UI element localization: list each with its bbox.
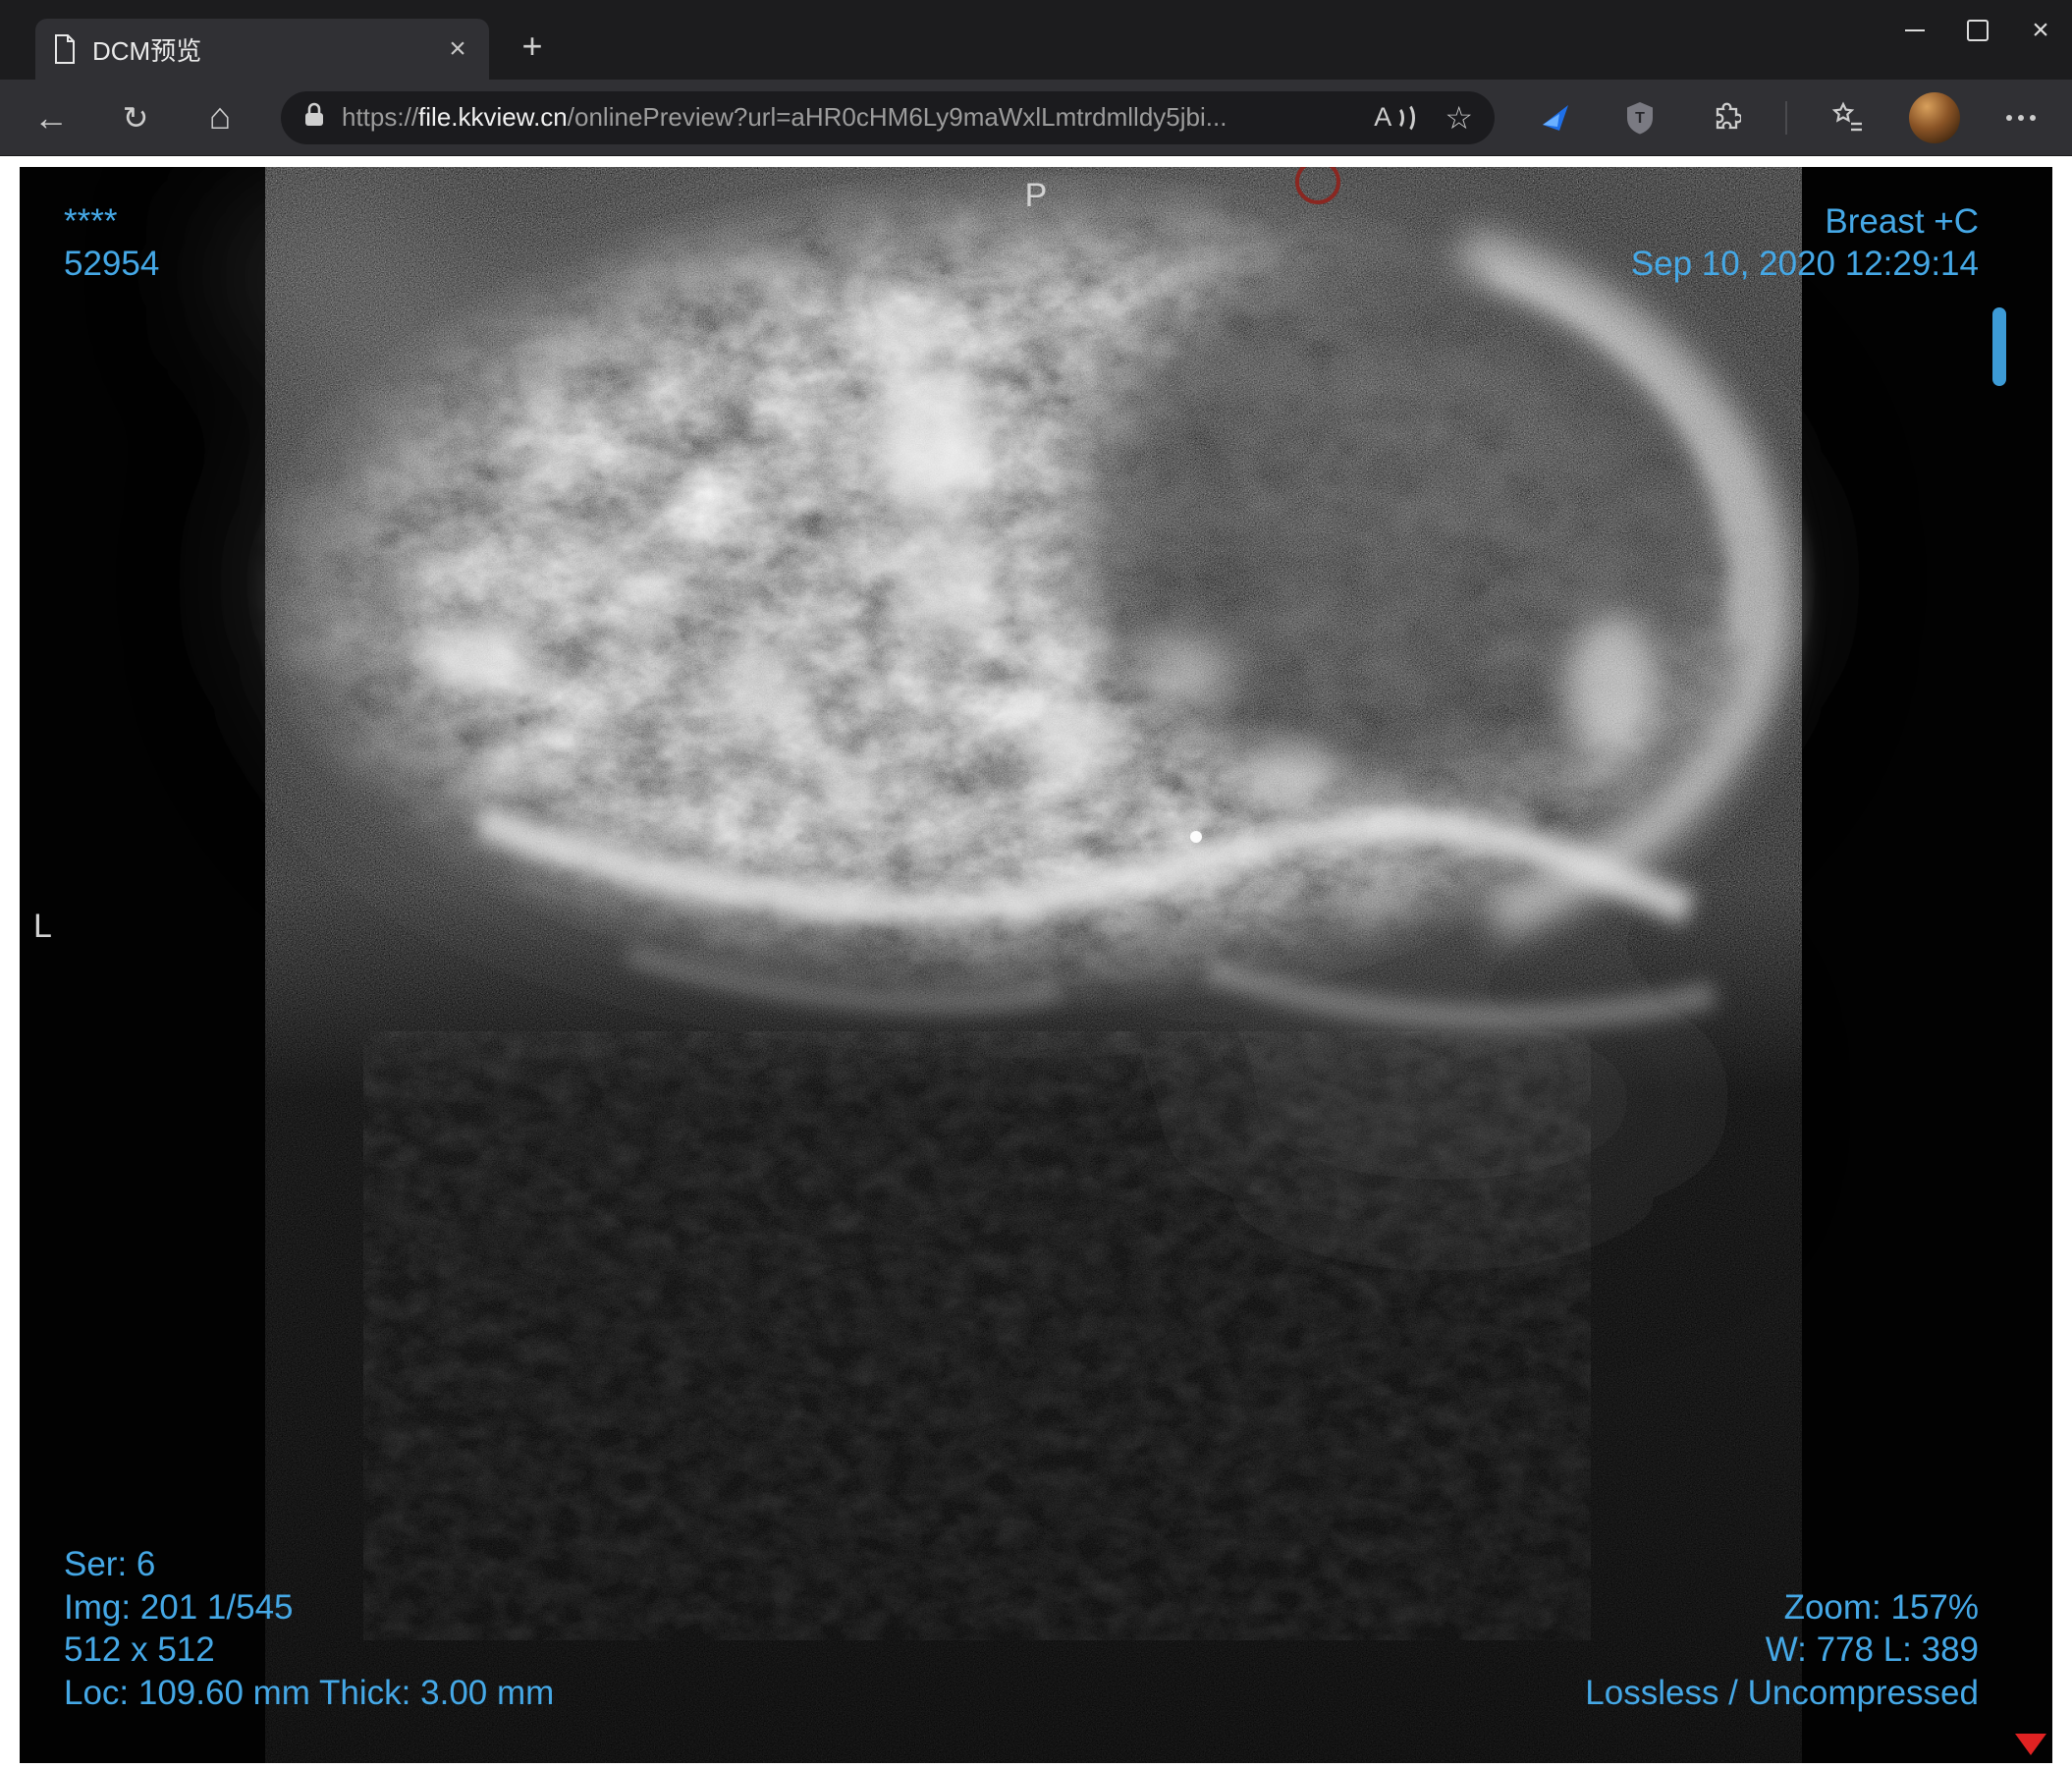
ellipsis-icon (2006, 114, 2036, 121)
overlay-top-right: Breast +C Sep 10, 2020 12:29:14 (1631, 200, 1979, 286)
address-bar-actions: A ☆ (1374, 99, 1473, 137)
study-datetime: Sep 10, 2020 12:29:14 (1630, 245, 1979, 284)
browser-tab[interactable]: DCM预览 × (35, 19, 489, 80)
zoom-level: Zoom: 157% (1783, 1587, 1979, 1627)
more-menu-button[interactable] (1997, 94, 2045, 141)
overlay-bottom-right: Zoom: 157% W: 778 L: 389 Lossless / Unco… (1585, 1586, 1979, 1714)
home-button[interactable]: ⌂ (196, 94, 244, 141)
mri-image (20, 167, 2052, 1763)
orientation-marker-left: L (33, 908, 52, 945)
back-button[interactable]: ← (27, 94, 75, 141)
tab-close-button[interactable]: × (440, 31, 475, 67)
url-text[interactable]: https://file.kkview.cn/onlinePreview?url… (342, 102, 1358, 133)
page-background: **** 52954 P L Breast +C Sep 10, 2020 12… (0, 156, 2072, 1768)
overlay-bottom-left: Ser: 6 Img: 201 1/545 512 x 512 Loc: 109… (64, 1543, 554, 1714)
favorites-hub-icon[interactable] (1825, 94, 1872, 141)
patient-name-masked: **** (64, 202, 118, 241)
svg-text:T: T (1635, 110, 1645, 127)
study-description: Breast +C (1825, 202, 1979, 241)
compression-info: Lossless / Uncompressed (1585, 1673, 1979, 1712)
maximize-button[interactable] (1946, 0, 2009, 61)
patient-id: 52954 (64, 245, 160, 284)
window-controls: × (1883, 0, 2072, 61)
lock-icon[interactable] (302, 101, 326, 134)
read-aloud-icon[interactable]: A (1374, 101, 1416, 134)
orientation-marker-posterior: P (1024, 177, 1048, 214)
profile-avatar[interactable] (1909, 91, 1960, 143)
new-tab-button[interactable]: + (511, 25, 554, 68)
tab-strip: DCM预览 × + × (0, 0, 2072, 80)
minimize-button[interactable] (1883, 0, 1946, 61)
window-level: W: 778 L: 389 (1765, 1630, 1979, 1670)
maximize-icon (1967, 20, 1989, 41)
extension-icon-blue[interactable] (1532, 94, 1579, 141)
series-number: Ser: 6 (64, 1545, 156, 1584)
document-icon (53, 34, 79, 64)
series-scroll-indicator[interactable] (1992, 307, 2006, 386)
overlay-top-left: **** 52954 (64, 200, 159, 286)
shield-extension-icon[interactable]: T (1616, 94, 1663, 141)
minimize-icon (1905, 29, 1925, 31)
dicom-canvas[interactable]: **** 52954 P L Breast +C Sep 10, 2020 12… (20, 167, 2052, 1763)
slice-location: Loc: 109.60 mm Thick: 3.00 mm (64, 1673, 555, 1712)
close-button[interactable]: × (2009, 0, 2072, 61)
toolbar-divider (1785, 100, 1787, 135)
navigation-toolbar: ← ↻ ⌂ https://file.kkview.cn/onlinePrevi… (0, 80, 2072, 156)
address-bar[interactable]: https://file.kkview.cn/onlinePreview?url… (281, 90, 1495, 144)
tab-title: DCM预览 (92, 35, 202, 66)
image-number: Img: 201 1/545 (64, 1587, 294, 1627)
image-matrix: 512 x 512 (64, 1630, 215, 1670)
refresh-button[interactable]: ↻ (112, 94, 159, 141)
extensions-puzzle-icon[interactable] (1701, 94, 1748, 141)
add-favorite-icon[interactable]: ☆ (1445, 99, 1473, 137)
scroll-down-arrow-icon[interactable] (2015, 1734, 2046, 1755)
browser-window: DCM预览 × + × ← ↻ ⌂ https://file.kkview.cn… (0, 0, 2072, 1768)
